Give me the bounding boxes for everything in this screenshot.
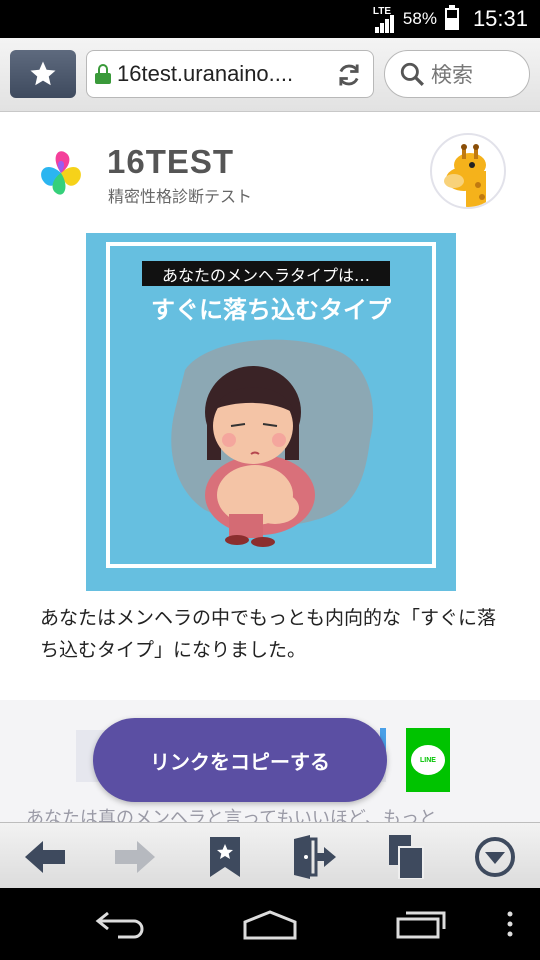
avatar[interactable]: [430, 133, 506, 209]
tabs-button[interactable]: [382, 835, 428, 879]
giraffe-icon: [444, 144, 486, 207]
nav-home-button[interactable]: [240, 906, 300, 942]
bookmark-icon: [210, 837, 240, 877]
lock-icon: [95, 64, 111, 84]
nav-recent-icon: [396, 911, 446, 939]
back-button[interactable]: [22, 835, 68, 879]
result-description: あなたはメンヘラの中でもっとも内向的な「すぐに落ち込むタイプ」になりました。: [40, 607, 497, 661]
battery-icon: [444, 5, 459, 30]
reload-icon[interactable]: [335, 61, 363, 89]
browser-toolbar: 16test.uranaino.... 検索: [0, 38, 540, 112]
copy-link-button[interactable]: リンクをコピーする: [93, 718, 387, 802]
star-icon: [30, 61, 56, 86]
logo-icon[interactable]: [36, 147, 86, 199]
search-placeholder: 検索: [431, 63, 473, 87]
bookmark-star-button[interactable]: [10, 50, 76, 98]
result-more-text: あなたは真のメンヘラと言ってもいいほど、もっと: [26, 808, 437, 822]
result-tag: あなたのメンヘラタイプは…: [142, 261, 390, 286]
tabs-icon: [389, 835, 424, 879]
system-nav-bar: [0, 888, 540, 960]
exit-door-icon: [294, 835, 336, 879]
address-bar[interactable]: 16test.uranaino....: [86, 50, 374, 98]
nav-home-icon: [243, 910, 297, 940]
search-field[interactable]: 検索: [384, 50, 530, 98]
exit-button[interactable]: [292, 835, 338, 879]
sad-girl-illustration: [171, 339, 374, 547]
menu-down-icon: [475, 837, 515, 877]
nav-more-button[interactable]: [502, 906, 518, 942]
search-icon: [400, 62, 424, 86]
menu-button[interactable]: [472, 835, 518, 879]
clock: 15:31: [472, 6, 528, 31]
site-subtitle: 精密性格診断テスト: [108, 187, 253, 206]
forward-button[interactable]: [112, 835, 158, 879]
site-header: 16TEST 精密性格診断テスト: [0, 113, 540, 231]
line-share-button[interactable]: LINE: [406, 728, 450, 792]
forward-arrow-icon: [115, 841, 155, 873]
url-text: 16test.uranaino....: [117, 61, 294, 86]
site-title[interactable]: 16TEST: [107, 143, 234, 181]
bookmarks-button[interactable]: [202, 835, 248, 879]
result-title: すぐに落ち込むタイプ: [151, 296, 391, 324]
nav-back-button[interactable]: [92, 906, 148, 942]
nav-back-icon: [95, 911, 144, 939]
line-icon: LINE: [411, 745, 445, 775]
back-arrow-icon: [25, 841, 65, 873]
nav-more-icon: [507, 911, 513, 937]
battery-percent: 58%: [402, 9, 437, 28]
signal-indicator: LTE: [373, 7, 395, 33]
browser-bottom-bar: [0, 822, 540, 888]
nav-recent-button[interactable]: [392, 906, 450, 942]
status-bar: LTE 58% 15:31: [0, 0, 540, 38]
